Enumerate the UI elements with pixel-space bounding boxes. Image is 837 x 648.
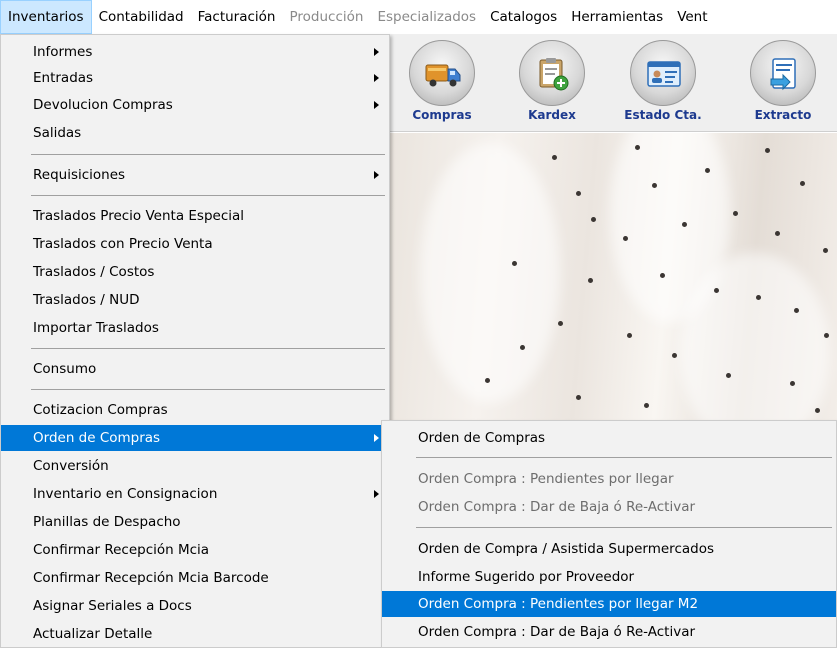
menu-item-label: Orden de Compras xyxy=(33,430,161,446)
menu-item-traslados-costos[interactable]: Traslados / Costos xyxy=(1,259,389,285)
toolbar: s Compras xyxy=(347,34,837,132)
submenu-item-label: Orden Compra : Dar de Baja ó Re-Activar xyxy=(418,624,696,640)
menu-item-label: Confirmar Recepción Mcia Barcode xyxy=(33,570,269,586)
menu-item-asignar-seriales[interactable]: Asignar Seriales a Docs xyxy=(1,593,389,619)
compras-button[interactable]: Compras xyxy=(392,40,492,122)
menu-item-cotizacion-compras[interactable]: Cotizacion Compras xyxy=(1,397,389,423)
menu-item-confirmar-recepcion[interactable]: Confirmar Recepción Mcia xyxy=(1,537,389,563)
menu-item-requisiciones[interactable]: Requisiciones xyxy=(1,162,389,188)
submenu-item-pendientes-m2[interactable]: Orden Compra : Pendientes por llegar M2 xyxy=(382,591,836,617)
menu-item-label: Cotizacion Compras xyxy=(33,402,168,418)
menu-separator xyxy=(31,154,385,155)
menu-item-label: Importar Traslados xyxy=(33,320,159,336)
compras-label: Compras xyxy=(412,108,472,122)
menu-separator xyxy=(31,348,385,349)
menu-item-label: Confirmar Recepción Mcia xyxy=(33,542,210,558)
menu-item-informes[interactable]: Informes xyxy=(1,39,389,65)
menu-item-traslados-precio-especial[interactable]: Traslados Precio Venta Especial xyxy=(1,203,389,229)
submenu-item-dar-de-baja[interactable]: Orden Compra : Dar de Baja ó Re-Activar xyxy=(382,619,836,645)
submenu-item-label: Informe Sugerido por Proveedor xyxy=(418,569,635,585)
menu-facturacion[interactable]: Facturación xyxy=(191,0,283,34)
menu-bar: Inventarios Contabilidad Facturación Pro… xyxy=(0,0,837,34)
menu-item-inventario-consignacion[interactable]: Inventario en Consignacion xyxy=(1,481,389,507)
menu-separator xyxy=(31,389,385,390)
menu-item-label: Planillas de Despacho xyxy=(33,514,181,530)
submenu-arrow-icon xyxy=(374,101,379,109)
menu-item-label: Requisiciones xyxy=(33,167,126,183)
extracto-disc xyxy=(750,40,816,106)
menu-item-label: Devolucion Compras xyxy=(33,97,173,113)
submenu-separator xyxy=(416,457,832,458)
menu-produccion[interactable]: Producción xyxy=(283,0,371,34)
menu-ventas[interactable]: Vent xyxy=(670,0,714,34)
menu-item-label: Informes xyxy=(33,44,93,60)
extracto-button[interactable]: Extracto xyxy=(733,40,833,122)
menu-item-actualizar-detalle[interactable]: Actualizar Detalle xyxy=(1,621,389,647)
menu-item-label: Traslados / NUD xyxy=(33,292,140,308)
submenu-item-label: Orden Compra : Pendientes por llegar xyxy=(418,471,674,487)
menu-separator xyxy=(31,195,385,196)
submenu-arrow-icon xyxy=(374,490,379,498)
menu-contabilidad[interactable]: Contabilidad xyxy=(92,0,191,34)
menu-item-orden-de-compras[interactable]: Orden de Compras xyxy=(1,425,389,451)
submenu-item-orden-de-compras[interactable]: Orden de Compras xyxy=(382,425,836,451)
menu-item-label: Entradas xyxy=(33,70,94,86)
menu-item-label: Traslados con Precio Venta xyxy=(33,236,213,252)
menu-item-planillas-despacho[interactable]: Planillas de Despacho xyxy=(1,509,389,535)
menu-item-label: Conversión xyxy=(33,458,109,474)
kardex-button[interactable]: Kardex xyxy=(502,40,602,122)
menu-herramientas[interactable]: Herramientas xyxy=(564,0,670,34)
extracto-label: Extracto xyxy=(754,108,812,122)
submenu-arrow-icon xyxy=(374,434,379,442)
menu-catalogos[interactable]: Catalogos xyxy=(483,0,564,34)
menu-item-traslados-precio-venta[interactable]: Traslados con Precio Venta xyxy=(1,231,389,257)
kardex-label: Kardex xyxy=(528,108,576,122)
menu-item-label: Actualizar Detalle xyxy=(33,626,153,642)
menu-item-traslados-nud[interactable]: Traslados / NUD xyxy=(1,287,389,313)
estado-cta-button[interactable]: Estado Cta. xyxy=(613,40,713,122)
submenu-item-asistida-supermercados[interactable]: Orden de Compra / Asistida Supermercados xyxy=(382,536,836,562)
document-arrow-icon xyxy=(770,58,796,91)
submenu-arrow-icon xyxy=(374,48,379,56)
truck-icon xyxy=(425,64,461,87)
estado-cta-disc xyxy=(630,40,696,106)
clipboard-add-icon xyxy=(539,58,569,91)
background-image xyxy=(380,133,837,423)
submenu-separator xyxy=(416,527,832,528)
compras-disc xyxy=(409,40,475,106)
submenu-item-informe-sugerido[interactable]: Informe Sugerido por Proveedor xyxy=(382,564,836,590)
submenu-item-label: Orden Compra : Dar de Baja ó Re-Activar xyxy=(418,499,696,515)
menu-item-consumo[interactable]: Consumo xyxy=(1,356,389,382)
submenu-item-label: Orden de Compras xyxy=(418,430,546,446)
submenu-arrow-icon xyxy=(374,74,379,82)
submenu-item-dar-de-baja-disabled[interactable]: Orden Compra : Dar de Baja ó Re-Activar xyxy=(382,494,836,520)
inventarios-menu: Informes Entradas Devolucion Compras Sal… xyxy=(0,34,390,648)
menu-inventarios[interactable]: Inventarios xyxy=(0,0,92,34)
menu-item-importar-traslados[interactable]: Importar Traslados xyxy=(1,315,389,341)
submenu-arrow-icon xyxy=(374,171,379,179)
menu-item-label: Traslados Precio Venta Especial xyxy=(33,208,245,224)
submenu-item-label: Orden Compra : Pendientes por llegar M2 xyxy=(418,596,699,612)
menu-item-entradas[interactable]: Entradas xyxy=(1,65,389,91)
menu-especializados[interactable]: Especializados xyxy=(370,0,483,34)
estado-cta-label: Estado Cta. xyxy=(624,108,702,122)
account-card-icon xyxy=(647,61,681,87)
menu-item-confirmar-recepcion-barcode[interactable]: Confirmar Recepción Mcia Barcode xyxy=(1,565,389,591)
menu-item-salidas[interactable]: Salidas xyxy=(1,120,389,146)
menu-item-label: Inventario en Consignacion xyxy=(33,486,218,502)
menu-item-label: Traslados / Costos xyxy=(33,264,155,280)
menu-item-devolucion-compras[interactable]: Devolucion Compras xyxy=(1,92,389,118)
submenu-item-label: Orden de Compra / Asistida Supermercados xyxy=(418,541,714,557)
menu-item-label: Salidas xyxy=(33,125,82,141)
submenu-item-pendientes-por-llegar[interactable]: Orden Compra : Pendientes por llegar xyxy=(382,466,836,492)
menu-item-conversion[interactable]: Conversión xyxy=(1,453,389,479)
kardex-disc xyxy=(519,40,585,106)
orden-compras-submenu: Orden de Compras Orden Compra : Pendient… xyxy=(381,420,837,648)
menu-item-label: Asignar Seriales a Docs xyxy=(33,598,192,614)
menu-item-label: Consumo xyxy=(33,361,97,377)
